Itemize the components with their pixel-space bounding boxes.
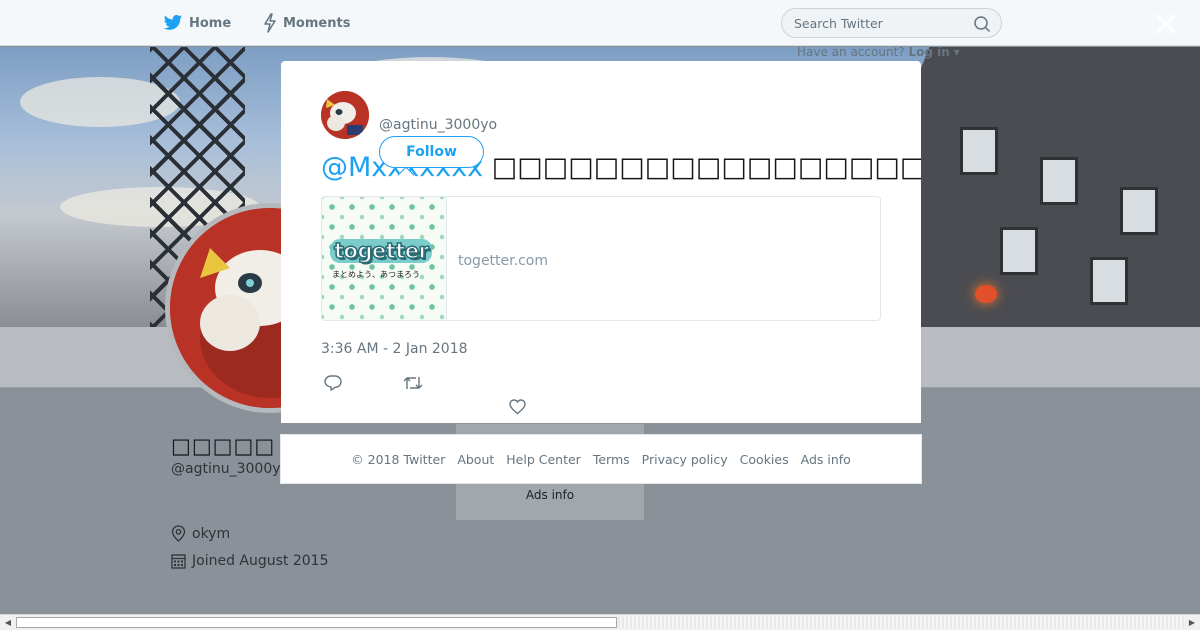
scrollbar-thumb[interactable] — [16, 617, 617, 628]
search-placeholder: Search Twitter — [794, 16, 883, 31]
nav-moments[interactable]: Moments — [263, 12, 350, 34]
chevron-down-icon: ▾ — [949, 45, 960, 59]
location-pin-icon — [171, 525, 186, 542]
scroll-right-arrow-icon[interactable]: ▶ — [1184, 615, 1200, 630]
card-thumbnail: togetter まとめよう、あつまろう — [322, 197, 447, 320]
heart-icon[interactable] — [509, 399, 526, 415]
profile-joined: Joined August 2015 — [171, 553, 328, 569]
profile-name: □□□□□ — [171, 434, 276, 458]
togetter-logo: togetter — [330, 238, 433, 264]
retweet-icon[interactable] — [403, 375, 423, 391]
top-navigation-bar: Home Moments Search Twitter — [0, 0, 1200, 46]
footer-link-help-center[interactable]: Help Center — [506, 452, 581, 467]
modal-footer: © 2018 Twitter About Help Center Terms P… — [280, 434, 922, 484]
login-prompt-text: Have an account? — [797, 45, 905, 59]
nav-moments-label: Moments — [283, 15, 351, 31]
search-icon[interactable] — [973, 15, 991, 33]
footer-link-terms[interactable]: Terms — [593, 452, 630, 467]
profile-location: okym — [171, 525, 230, 542]
tweet-modal: @agtinu_3000yo @Mxxxxxxx □□□□□□□□□□□□□□□… — [281, 61, 921, 423]
twitter-bird-icon — [163, 15, 183, 30]
nav-home-label: Home — [189, 15, 232, 31]
calendar-icon — [171, 554, 186, 569]
footer-link-ads-info[interactable]: Ads info — [801, 452, 851, 467]
link-preview-card[interactable]: togetter まとめよう、あつまろう togetter.com — [321, 196, 881, 321]
search-input[interactable]: Search Twitter — [781, 8, 1002, 38]
tweet-body: □□□□□□□□□□□□□□□□□□□□□□□□□□□□□□□□□□□□□□□□… — [491, 152, 921, 183]
login-prompt: Have an account? Log in ▾ — [797, 45, 960, 59]
scroll-left-arrow-icon[interactable]: ◀ — [0, 615, 16, 630]
profile-joined-text: Joined August 2015 — [192, 553, 329, 569]
sidebar-ads-info-link[interactable]: Ads info — [456, 488, 644, 502]
tweet-timestamp[interactable]: 3:36 AM - 2 Jan 2018 — [321, 341, 468, 357]
dog-figure-icon — [321, 91, 369, 139]
login-link[interactable]: Log in — [908, 45, 949, 59]
profile-handle[interactable]: @agtinu_3000yo — [171, 461, 289, 477]
profile-location-text: okym — [192, 525, 231, 542]
reply-icon[interactable] — [324, 375, 342, 391]
tweet-author-handle[interactable]: @agtinu_3000yo — [379, 117, 497, 133]
footer-link-cookies[interactable]: Cookies — [740, 452, 789, 467]
tweet-author-avatar[interactable] — [321, 91, 369, 139]
lightning-icon — [264, 13, 276, 33]
scrollbar-track[interactable] — [618, 617, 1184, 628]
horizontal-scrollbar[interactable]: ◀ ▶ — [0, 614, 1200, 630]
close-icon[interactable] — [1154, 12, 1178, 36]
card-domain: togetter.com — [458, 253, 548, 269]
footer-copyright: © 2018 Twitter — [351, 451, 446, 467]
togetter-tagline: まとめよう、あつまろう — [332, 270, 420, 279]
nav-home[interactable]: Home — [163, 12, 231, 34]
footer-link-privacy[interactable]: Privacy policy — [642, 452, 728, 467]
follow-button[interactable]: Follow — [379, 136, 484, 168]
footer-link-about[interactable]: About — [457, 452, 494, 467]
